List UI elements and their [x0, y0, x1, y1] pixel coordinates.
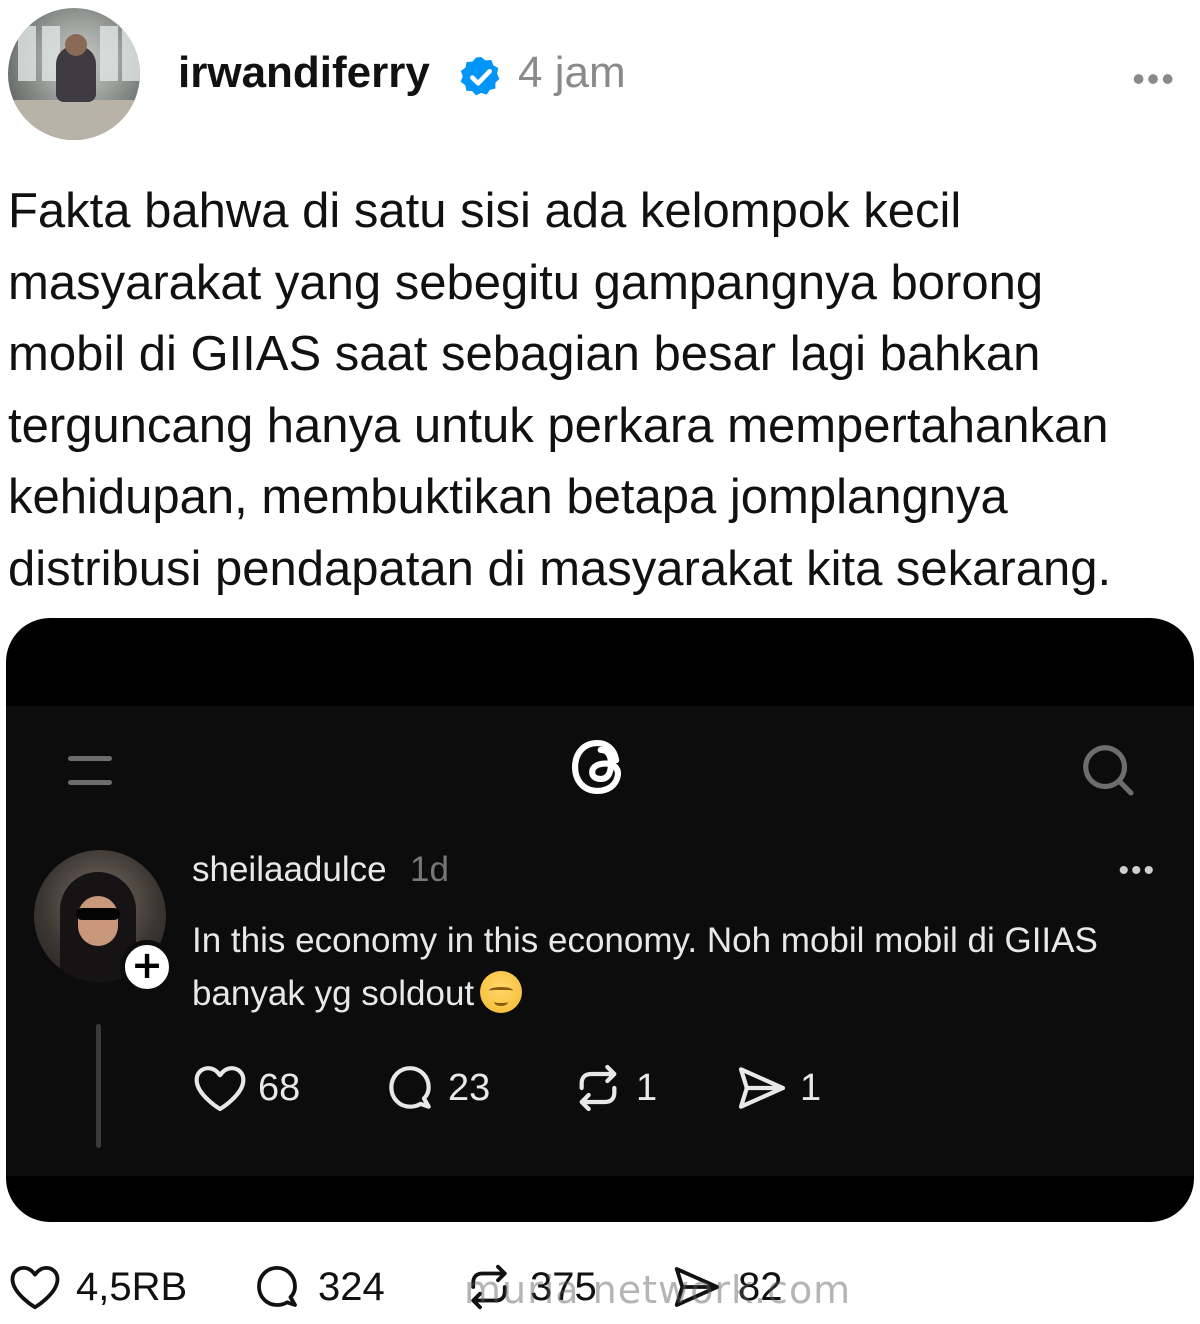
heart-icon [10, 1265, 60, 1310]
threads-logo-icon [572, 740, 621, 794]
comment-button[interactable]: 324 [250, 1262, 385, 1312]
embedded-screenshot: + sheilaadulce 1d ••• In this economy in… [6, 618, 1194, 1222]
more-dots-icon[interactable]: ••• [1132, 58, 1176, 100]
author-avatar[interactable] [8, 8, 140, 140]
embedded-like: 68 [192, 1062, 300, 1114]
embedded-like-count: 68 [258, 1066, 301, 1109]
search-icon [1083, 745, 1134, 796]
embedded-post-text: In this economy in this economy. Noh mob… [192, 921, 1098, 1013]
share-icon [738, 1067, 786, 1109]
embedded-repost: 1 [570, 1062, 657, 1114]
repost-icon [579, 1064, 617, 1112]
author-username[interactable]: irwandiferry [178, 48, 430, 98]
embedded-more-icon: ••• [1118, 854, 1156, 887]
embedded-time: 1d [410, 850, 449, 889]
post-time: 4 jam [518, 48, 626, 97]
thread-line [96, 1024, 101, 1148]
embedded-comment: 23 [382, 1062, 490, 1114]
comment-icon [389, 1066, 431, 1109]
watermark: muria network.com [464, 1268, 852, 1312]
embedded-share-count: 1 [800, 1066, 822, 1109]
embedded-username: sheilaadulce [192, 850, 387, 889]
like-button[interactable]: 4,5RB [8, 1262, 187, 1312]
post-text: Fakta bahwa di satu sisi ada kelompok ke… [8, 184, 1112, 596]
heart-icon [194, 1066, 246, 1112]
embedded-comment-count: 23 [448, 1066, 491, 1109]
menu-icon [68, 754, 114, 790]
relieved-face-emoji [480, 971, 523, 1013]
embedded-repost-count: 1 [636, 1066, 658, 1109]
follow-plus-icon: + [120, 940, 174, 994]
comment-count: 324 [318, 1264, 385, 1309]
verified-badge-icon [460, 56, 500, 96]
embedded-share: 1 [734, 1062, 821, 1114]
like-count: 4,5RB [76, 1264, 188, 1309]
comment-icon [257, 1265, 297, 1307]
